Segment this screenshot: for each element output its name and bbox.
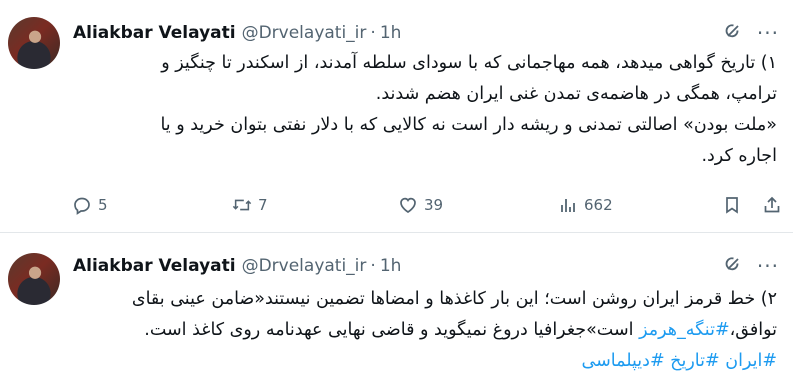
like-button[interactable]: 39 bbox=[398, 195, 443, 215]
views-icon bbox=[561, 199, 575, 212]
more-icon[interactable]: ··· bbox=[757, 23, 779, 43]
bookmark-button[interactable] bbox=[722, 195, 742, 215]
separator: · bbox=[370, 256, 376, 276]
hashtags-line[interactable]: #ایران #تاریخ #دیپلماسی bbox=[70, 346, 777, 377]
repost-icon bbox=[232, 199, 252, 211]
share-icon bbox=[764, 196, 780, 213]
tweet-header: Aliakbar Velayati @Drvelayati_ir · 1h ··… bbox=[73, 20, 779, 46]
avatar[interactable] bbox=[8, 253, 60, 305]
tweet[interactable]: Aliakbar Velayati @Drvelayati_ir · 1h ··… bbox=[0, 0, 793, 233]
separator: · bbox=[370, 23, 376, 43]
reply-icon bbox=[74, 197, 90, 215]
grok-icon[interactable] bbox=[723, 254, 743, 279]
like-icon bbox=[400, 197, 416, 213]
text-segment: است»جغرافیا دروغ نمیگوید و قاضی نهایی عه… bbox=[144, 320, 640, 340]
hashtag-link[interactable]: #تنگه_هرمز bbox=[639, 320, 730, 340]
like-count: 39 bbox=[424, 196, 444, 214]
tweet[interactable]: Aliakbar Velayati @Drvelayati_ir · 1h ··… bbox=[0, 233, 793, 387]
tweet-line: توافق،#تنگه_هرمز است»جغرافیا دروغ نمیگوی… bbox=[70, 315, 777, 346]
tweet-line: ۱) تاریخ گواهی میدهد، همه مهاجمانی که با… bbox=[161, 53, 777, 73]
author-name[interactable]: Aliakbar Velayati bbox=[73, 23, 236, 43]
avatar[interactable] bbox=[8, 17, 60, 69]
reply-button[interactable]: 5 bbox=[72, 195, 108, 215]
tweet-line: اجاره کرد. bbox=[701, 146, 777, 166]
reply-count: 5 bbox=[98, 196, 108, 214]
tweet-line: «ملت بودن» اصالتی تمدنی و ریشه دار است ن… bbox=[160, 115, 777, 135]
views-button[interactable]: 662 bbox=[558, 195, 613, 215]
tweet-text: ۱) تاریخ گواهی میدهد، همه مهاجمانی که با… bbox=[70, 48, 777, 172]
repost-button[interactable]: 7 bbox=[232, 195, 268, 215]
repost-count: 7 bbox=[258, 196, 268, 214]
tweet-line: ۲) خط قرمز ایران روشن است؛ این بار کاغذه… bbox=[131, 289, 777, 309]
tweet-header: Aliakbar Velayati @Drvelayati_ir · 1h ··… bbox=[73, 253, 779, 279]
views-count: 662 bbox=[584, 196, 613, 214]
author-handle[interactable]: @Drvelayati_ir bbox=[242, 23, 367, 43]
timestamp[interactable]: 1h bbox=[380, 256, 402, 276]
action-bar: 5 7 39 662 bbox=[72, 192, 782, 218]
share-button[interactable] bbox=[762, 195, 782, 215]
tweet-line: ترامپ، همگی در هاضمه‌ی تمدن غنی ایران هض… bbox=[375, 84, 777, 104]
author-name[interactable]: Aliakbar Velayati bbox=[73, 256, 236, 276]
more-icon[interactable]: ··· bbox=[757, 256, 779, 276]
text-segment: توافق، bbox=[729, 320, 777, 340]
author-handle[interactable]: @Drvelayati_ir bbox=[242, 256, 367, 276]
timestamp[interactable]: 1h bbox=[380, 23, 402, 43]
bookmark-icon bbox=[726, 197, 738, 214]
grok-icon[interactable] bbox=[723, 21, 743, 46]
tweet-text: ۲) خط قرمز ایران روشن است؛ این بار کاغذه… bbox=[70, 284, 777, 377]
